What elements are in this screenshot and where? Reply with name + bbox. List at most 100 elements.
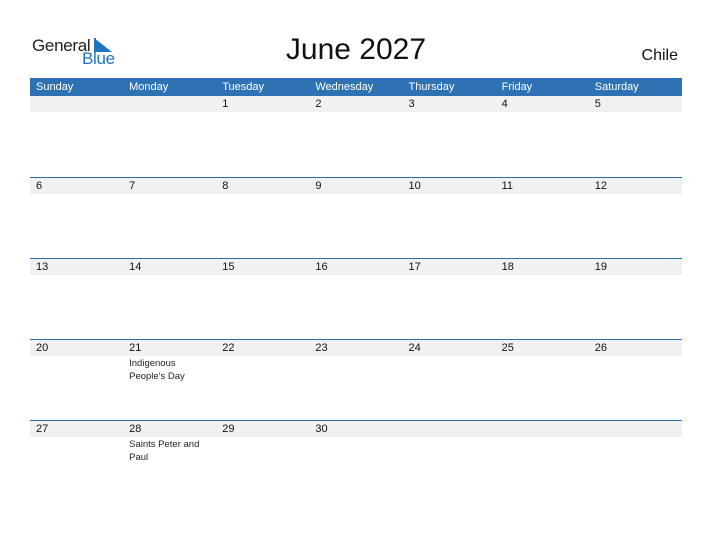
day-cell: Saints Peter and Paul (123, 437, 216, 464)
day-number: 4 (501, 98, 508, 110)
holiday-label (315, 275, 395, 276)
day-number: 20 (36, 342, 49, 354)
holiday-label (315, 112, 395, 113)
day-number: 11 (501, 180, 514, 192)
holiday-label (36, 194, 116, 195)
holiday-label (502, 356, 582, 357)
date-strip: 6 7 8 9 10 11 12 (30, 178, 682, 194)
day-cell (216, 437, 309, 464)
day-cell (30, 356, 123, 383)
holiday-label (36, 112, 116, 113)
holiday-label (315, 437, 395, 438)
holiday-label (409, 275, 489, 276)
day-number: 14 (129, 261, 142, 273)
day-cell (403, 275, 496, 276)
day-number (123, 96, 216, 112)
holiday-label (409, 112, 489, 113)
calendar-title: June 2027 (285, 33, 427, 66)
day-number: 24 (408, 342, 421, 354)
holiday-label (595, 112, 675, 113)
day-cell (30, 275, 123, 276)
weekday-monday: Monday (129, 81, 169, 93)
day-cell (403, 112, 496, 113)
holiday-label (36, 275, 116, 276)
day-number: 9 (315, 180, 322, 192)
day-number: 28 (129, 423, 142, 435)
day-cell (30, 437, 123, 464)
holiday-label (595, 356, 675, 357)
weekday-friday: Friday (501, 81, 533, 93)
day-number: 15 (222, 261, 235, 273)
day-cell (496, 356, 589, 383)
holiday-label (129, 112, 209, 113)
events-area (30, 194, 682, 195)
holiday-label (129, 275, 209, 276)
holiday-label (502, 112, 582, 113)
date-strip: 20 21 22 23 24 25 26 (30, 340, 682, 356)
day-cell (30, 112, 123, 113)
day-cell (309, 275, 402, 276)
weekday-sunday: Sunday (36, 81, 74, 93)
holiday-label (409, 194, 489, 195)
day-number: 27 (36, 423, 49, 435)
day-number: 6 (36, 180, 43, 192)
day-number: 17 (408, 261, 421, 273)
day-number: 2 (315, 98, 322, 110)
day-number: 10 (408, 180, 421, 192)
holiday-label (129, 194, 209, 195)
day-cell (403, 194, 496, 195)
day-number (403, 421, 496, 437)
day-cell (403, 356, 496, 383)
day-cell (309, 112, 402, 113)
weekday-thursday: Thursday (408, 81, 455, 93)
day-cell (496, 194, 589, 195)
day-cell (589, 194, 682, 195)
holiday-label (409, 437, 489, 438)
calendar-grid: Sunday Monday Tuesday Wednesday Thursday… (30, 78, 682, 501)
holiday-label (502, 275, 582, 276)
day-cell (589, 356, 682, 383)
country-label: Chile (641, 47, 678, 64)
week-row: 1 2 3 4 5 (30, 96, 682, 177)
date-strip: 13 14 15 16 17 18 19 (30, 259, 682, 275)
day-cell (309, 194, 402, 195)
holiday-label: Indigenous People's Day (129, 358, 185, 382)
day-cell (496, 112, 589, 113)
day-cell (589, 275, 682, 276)
day-number: 30 (315, 423, 328, 435)
day-number (30, 96, 123, 112)
day-number: 22 (222, 342, 235, 354)
holiday-label (595, 437, 675, 438)
week-row: 20 21 22 23 24 25 26 Indigenous People's Day (30, 339, 682, 420)
day-number: 25 (501, 342, 514, 354)
day-number: 23 (315, 342, 328, 354)
events-area: Indigenous People's Day (30, 356, 682, 383)
day-number: 16 (315, 261, 328, 273)
holiday-label (595, 275, 675, 276)
holiday-label (409, 356, 489, 357)
day-cell (123, 112, 216, 113)
holiday-label (222, 194, 302, 195)
holiday-label (36, 437, 116, 438)
day-cell (589, 112, 682, 113)
day-number: 12 (594, 180, 607, 192)
day-cell (123, 194, 216, 195)
holiday-label (36, 356, 116, 357)
week-row: 6 7 8 9 10 11 12 (30, 177, 682, 258)
day-cell (309, 356, 402, 383)
holiday-label: Saints Peter and Paul (129, 439, 200, 463)
day-number: 5 (594, 98, 601, 110)
day-cell (30, 194, 123, 195)
day-cell (589, 437, 682, 464)
weekday-tuesday: Tuesday (222, 81, 265, 93)
holiday-label (502, 194, 582, 195)
holiday-label (315, 194, 395, 195)
day-cell (403, 437, 496, 464)
day-cell (216, 194, 309, 195)
week-row: 27 28 29 30 Saints Peter and Paul (30, 420, 682, 501)
day-cell (123, 275, 216, 276)
day-number: 18 (501, 261, 514, 273)
day-number: 8 (222, 180, 229, 192)
day-cell (216, 275, 309, 276)
day-cell (309, 437, 402, 464)
